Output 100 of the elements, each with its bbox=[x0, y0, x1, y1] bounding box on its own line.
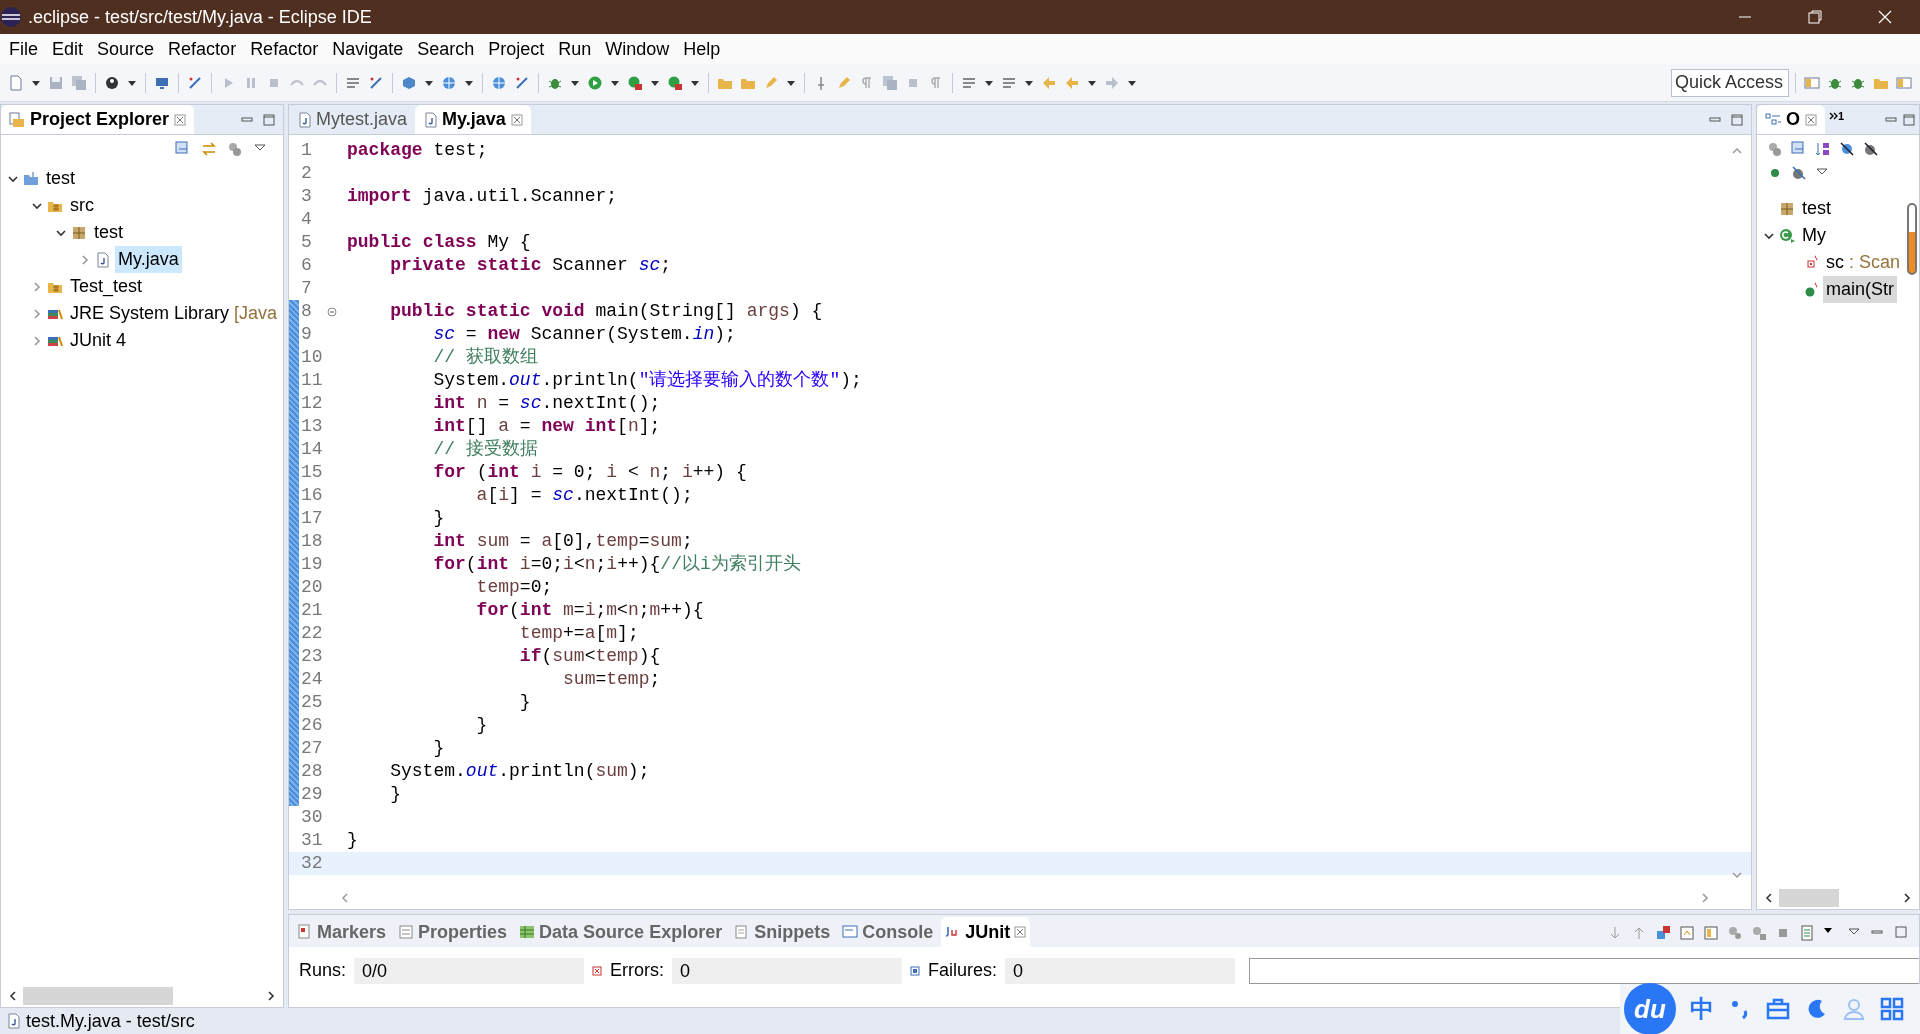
scrollbar-thumb[interactable] bbox=[1907, 203, 1917, 275]
tree-item[interactable]: My.java bbox=[115, 246, 182, 273]
profile-icon[interactable] bbox=[104, 74, 120, 91]
editor-tab[interactable]: My.java bbox=[415, 105, 531, 134]
filter-icon[interactable] bbox=[227, 141, 243, 157]
save-all-icon[interactable] bbox=[71, 74, 87, 91]
scroll-left-icon[interactable] bbox=[7, 990, 19, 1002]
explorer-icon bbox=[9, 111, 25, 128]
menu-item[interactable]: File bbox=[2, 34, 45, 64]
panel-tab[interactable]: Data Source Explorer bbox=[515, 917, 727, 947]
new-file-icon[interactable] bbox=[8, 74, 24, 91]
collapse-all-icon[interactable] bbox=[1791, 141, 1807, 157]
layout-icon[interactable] bbox=[1703, 925, 1719, 941]
scrollbar-thumb[interactable] bbox=[1779, 889, 1839, 907]
run-icon[interactable] bbox=[587, 74, 603, 91]
menu-item[interactable]: Search bbox=[410, 34, 482, 64]
scroll-down-icon[interactable] bbox=[1731, 869, 1743, 881]
menu-item[interactable]: Refactor bbox=[161, 34, 244, 64]
rerun-failed-icon[interactable] bbox=[1751, 925, 1767, 941]
code-line: temp=0; bbox=[475, 576, 553, 599]
menu-item[interactable]: Source bbox=[90, 34, 162, 64]
tree-item[interactable]: main(Str bbox=[1823, 276, 1897, 303]
panel-tab[interactable]: Markers bbox=[293, 917, 391, 947]
scroll-right-icon[interactable] bbox=[265, 990, 277, 1002]
test-history-icon[interactable] bbox=[1799, 925, 1815, 941]
ime-logo[interactable]: du bbox=[1624, 983, 1676, 1034]
collapse-all-icon[interactable] bbox=[175, 141, 191, 157]
line-number: 15 bbox=[300, 461, 324, 484]
tree-item[interactable]: test bbox=[91, 219, 126, 246]
panel-tab[interactable]: JUnit bbox=[941, 917, 1031, 947]
view-tab[interactable]: O bbox=[1757, 105, 1825, 134]
ime-mode-button[interactable]: 中 bbox=[1690, 991, 1714, 1027]
code-line: a[i] = sc.nextInt(); bbox=[475, 484, 693, 507]
fold-icon[interactable] bbox=[327, 306, 337, 317]
sort-icon[interactable] bbox=[1815, 141, 1831, 157]
stack-icon[interactable] bbox=[882, 74, 898, 91]
menu-item[interactable]: Help bbox=[676, 34, 728, 64]
failures-only-icon[interactable] bbox=[1655, 925, 1671, 941]
menu-item[interactable]: Edit bbox=[45, 34, 91, 64]
menu-item[interactable]: Navigate bbox=[325, 34, 411, 64]
scroll-right-icon[interactable] bbox=[1901, 892, 1913, 904]
coverage-icon[interactable] bbox=[627, 74, 643, 91]
java-perspective-icon[interactable] bbox=[1896, 74, 1912, 91]
code-line: System.out.println(sum); bbox=[389, 760, 650, 783]
toolbox-icon[interactable] bbox=[1766, 997, 1790, 1021]
overflow-button[interactable]: 1 bbox=[1825, 107, 1849, 134]
scrollbar-thumb[interactable] bbox=[23, 987, 173, 1005]
wand-icon[interactable] bbox=[187, 74, 203, 91]
restore-icon[interactable] bbox=[1807, 9, 1823, 25]
tree-item[interactable]: sc : Scan bbox=[1823, 249, 1904, 276]
maximize-icon[interactable] bbox=[1731, 114, 1743, 126]
grid-icon[interactable] bbox=[1880, 997, 1904, 1021]
tree-item[interactable]: src bbox=[67, 192, 97, 219]
globe-icon[interactable] bbox=[491, 74, 507, 91]
expand-chevron-icon[interactable] bbox=[31, 280, 43, 293]
expand-chevron-icon[interactable] bbox=[31, 334, 43, 347]
code-line: } bbox=[518, 691, 531, 714]
cube-icon[interactable] bbox=[401, 74, 417, 91]
line-number: 19 bbox=[300, 553, 324, 576]
menu-item[interactable]: Window bbox=[598, 34, 677, 64]
filter-icon[interactable] bbox=[1767, 141, 1783, 157]
quick-access-field[interactable]: Quick Access bbox=[1671, 68, 1789, 97]
code-line: for (int i = 0; i < n; i++) { bbox=[432, 461, 747, 484]
tree-item[interactable]: Test_test bbox=[67, 273, 146, 300]
menu-item[interactable]: Run bbox=[551, 34, 599, 64]
tree-item[interactable]: test bbox=[1799, 195, 1834, 222]
menu-item[interactable]: Refactor bbox=[243, 34, 326, 64]
view-tab[interactable]: Project Explorer bbox=[1, 105, 195, 134]
open-perspective-icon[interactable] bbox=[1804, 74, 1820, 91]
history-icon[interactable] bbox=[1679, 925, 1695, 941]
hide-static-icon[interactable] bbox=[1863, 141, 1879, 157]
editor-tab[interactable]: Mytest.java bbox=[289, 105, 416, 134]
panel-tab[interactable]: Console bbox=[838, 917, 938, 947]
tree-item[interactable]: My bbox=[1799, 222, 1829, 249]
tree-item[interactable]: JUnit 4 bbox=[67, 327, 130, 354]
line-number: 21 bbox=[300, 599, 324, 622]
hide-fields-icon[interactable] bbox=[1839, 141, 1855, 157]
panel-tab[interactable]: Snippets bbox=[730, 917, 835, 947]
menu-item[interactable]: Project bbox=[481, 34, 552, 64]
scroll-left-icon[interactable] bbox=[1763, 892, 1775, 904]
hide-local-types-icon[interactable] bbox=[1791, 165, 1807, 181]
wand-icon[interactable] bbox=[368, 74, 384, 91]
save-icon[interactable] bbox=[48, 74, 64, 91]
line-number: 10 bbox=[300, 346, 324, 369]
expand-chevron-icon[interactable] bbox=[79, 253, 91, 266]
globe-icon[interactable] bbox=[441, 74, 457, 91]
maximize-icon[interactable] bbox=[1903, 114, 1915, 126]
code-line: } bbox=[389, 783, 401, 806]
wand-icon[interactable] bbox=[514, 74, 530, 91]
expand-chevron-icon[interactable] bbox=[31, 307, 43, 320]
code-line: } bbox=[432, 737, 445, 760]
code-line: System.out.println("请选择要输入的数个数"); bbox=[432, 369, 862, 392]
panel-tab[interactable]: Properties bbox=[394, 917, 512, 947]
external-tool-icon[interactable] bbox=[667, 74, 683, 91]
tree-item[interactable]: test bbox=[43, 165, 78, 192]
tree-item[interactable]: JRE System Library [Java bbox=[67, 300, 281, 327]
link-icon[interactable] bbox=[201, 141, 217, 157]
line-number: 13 bbox=[300, 415, 324, 438]
rerun-icon[interactable] bbox=[1727, 925, 1743, 941]
maximize-icon[interactable] bbox=[263, 114, 275, 126]
